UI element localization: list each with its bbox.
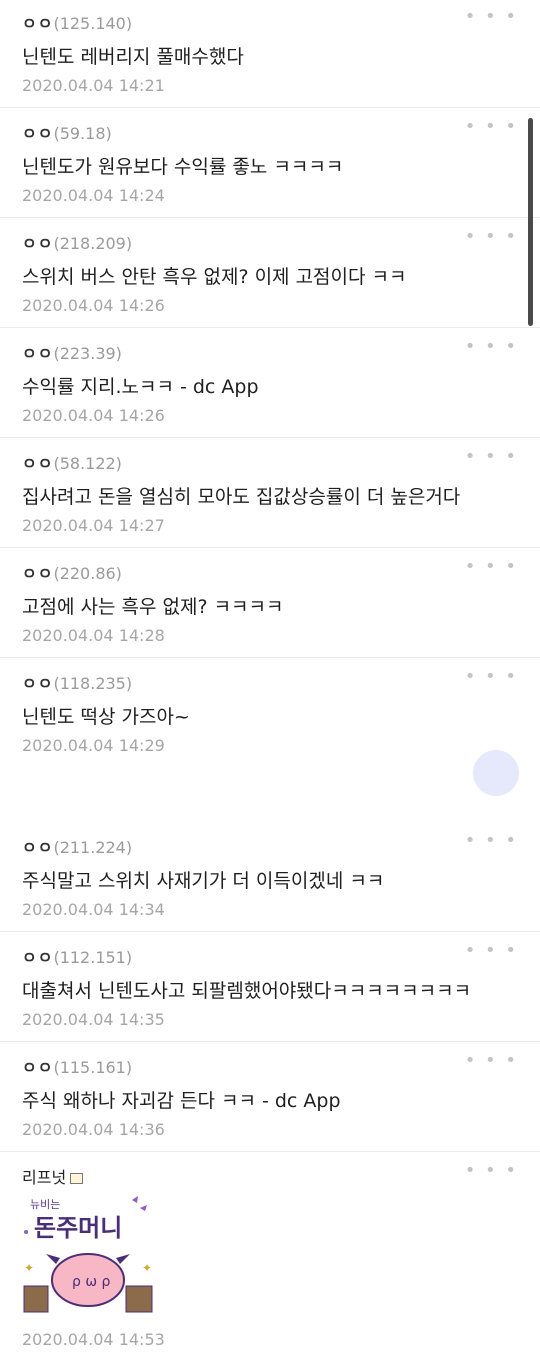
more-options-icon[interactable]: • • • <box>465 228 518 246</box>
comment-item: ㅇㅇ(58.122) • • • 집사려고 돈을 열심히 모아도 집값상승률이 … <box>0 440 540 548</box>
comment-item: ㅇㅇ(220.86) • • • 고점에 사는 흑우 없제? ㅋㅋㅋㅋ 2020… <box>0 550 540 658</box>
more-options-icon[interactable]: • • • <box>465 1052 518 1070</box>
floating-action-button[interactable] <box>473 750 519 796</box>
comment-text: 닌텐도가 원유보다 수익률 좋노 ㅋㅋㅋㅋ <box>22 156 344 178</box>
scrollbar-thumb[interactable] <box>528 118 533 326</box>
comment-author[interactable]: ㅇㅇ(112.151) <box>22 944 132 968</box>
comment-author[interactable]: ㅇㅇ(218.209) <box>22 230 132 254</box>
comment-item: ㅇㅇ(211.224) • • • 주식말고 스위치 사재기가 더 이득이겠네 … <box>0 824 540 932</box>
comment-date: 2020.04.04 14:24 <box>22 186 165 205</box>
comment-item: ㅇㅇ(223.39) • • • 수익률 지리.노ㅋㅋ - dc App 202… <box>0 330 540 438</box>
dccon-sticker-image: 뉴비는 돈주머니 ρ ω ρ ✦ ✦ <box>23 1196 153 1313</box>
comment-item: ㅇㅇ(125.140) • • • 닌텐도 레버리지 풀매수했다 2020.04… <box>0 0 540 108</box>
comment-date: 2020.04.04 14:26 <box>22 406 165 425</box>
sticker-caption-small: 뉴비는 <box>30 1198 60 1211</box>
svg-text:ρ ω ρ: ρ ω ρ <box>72 1274 111 1290</box>
more-options-icon[interactable]: • • • <box>465 338 518 356</box>
comment-text: 집사려고 돈을 열심히 모아도 집값상승률이 더 높은거다 <box>22 486 461 508</box>
comment-text: 고점에 사는 흑우 없제? ㅋㅋㅋㅋ <box>22 596 284 618</box>
comment-date: 2020.04.04 14:35 <box>22 1010 165 1029</box>
comment-item: ㅇㅇ(59.18) • • • 닌텐도가 원유보다 수익률 좋노 ㅋㅋㅋㅋ 20… <box>0 110 540 218</box>
more-options-icon[interactable]: • • • <box>465 668 518 686</box>
comment-item: ㅇㅇ(218.209) • • • 스위치 버스 안탄 흑우 없제? 이제 고점… <box>0 220 540 328</box>
comment-date: 2020.04.04 14:28 <box>22 626 165 645</box>
svg-text:✦: ✦ <box>24 1261 34 1275</box>
more-options-icon[interactable]: • • • <box>465 558 518 576</box>
comment-author[interactable]: ㅇㅇ(125.140) <box>22 10 132 34</box>
comment-author[interactable]: ㅇㅇ(59.18) <box>22 120 112 144</box>
comment-text: 대출쳐서 닌텐도사고 되팔렘했어야됐다ㅋㅋㅋㅋㅋㅋㅋㅋ <box>22 980 472 1002</box>
comment-text: 수익률 지리.노ㅋㅋ - dc App <box>22 376 259 398</box>
gallery-badge-icon <box>70 1173 84 1184</box>
comment-date: 2020.04.04 14:26 <box>22 296 165 315</box>
comment-date: 2020.04.04 14:53 <box>22 1330 165 1349</box>
comment-date: 2020.04.04 14:27 <box>22 516 165 535</box>
comment-text: 닌텐도 떡상 가즈아~ <box>22 706 190 728</box>
comment-date: 2020.04.04 14:21 <box>22 76 165 95</box>
svg-text:✦: ✦ <box>142 1261 152 1275</box>
comment-author[interactable]: ㅇㅇ(220.86) <box>22 560 122 584</box>
comment-item: ㅇㅇ(118.235) • • • 닌텐도 떡상 가즈아~ 2020.04.04… <box>0 660 540 768</box>
more-options-icon[interactable]: • • • <box>465 118 518 136</box>
comment-text: 스위치 버스 안탄 흑우 없제? 이제 고점이다 ㅋㅋ <box>22 266 407 288</box>
comment-text: 주식말고 스위치 사재기가 더 이득이겠네 ㅋㅋ <box>22 870 385 892</box>
more-options-icon[interactable]: • • • <box>465 1162 518 1180</box>
comment-author[interactable]: ㅇㅇ(115.161) <box>22 1054 132 1078</box>
sticker-character: ρ ω ρ ✦ ✦ <box>23 1253 153 1313</box>
comment-author[interactable]: 리프넛 <box>22 1164 84 1188</box>
comment-author[interactable]: ㅇㅇ(118.235) <box>22 670 132 694</box>
comment-date: 2020.04.04 14:34 <box>22 900 165 919</box>
more-options-icon[interactable]: • • • <box>465 942 518 960</box>
comment-text: 주식 왜하나 자괴감 든다 ㅋㅋ - dc App <box>22 1090 341 1112</box>
comment-author[interactable]: ㅇㅇ(211.224) <box>22 834 132 858</box>
comment-text: 닌텐도 레버리지 풀매수했다 <box>22 46 244 68</box>
more-options-icon[interactable]: • • • <box>465 832 518 850</box>
comment-author[interactable]: ㅇㅇ(58.122) <box>22 450 122 474</box>
comment-author[interactable]: ㅇㅇ(223.39) <box>22 340 122 364</box>
comment-item: ㅇㅇ(112.151) • • • 대출쳐서 닌텐도사고 되팔렘했어야됐다ㅋㅋㅋ… <box>0 934 540 1042</box>
comment-item: ㅇㅇ(115.161) • • • 주식 왜하나 자괴감 든다 ㅋㅋ - dc … <box>0 1044 540 1152</box>
comment-date: 2020.04.04 14:29 <box>22 736 165 755</box>
more-options-icon[interactable]: • • • <box>465 448 518 466</box>
comment-date: 2020.04.04 14:36 <box>22 1120 165 1139</box>
sticker-caption-main: 돈주머니 <box>34 1214 122 1242</box>
more-options-icon[interactable]: • • • <box>465 8 518 26</box>
